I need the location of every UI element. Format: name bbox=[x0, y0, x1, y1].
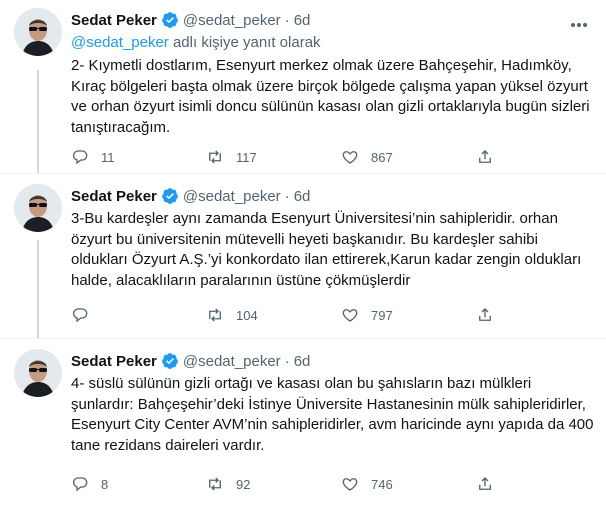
like-button[interactable]: 867 bbox=[341, 148, 476, 166]
reply-count: 11 bbox=[101, 149, 115, 165]
avatar[interactable] bbox=[14, 8, 62, 56]
tweet-actions: 104 797 bbox=[71, 306, 531, 324]
reply-icon bbox=[72, 477, 88, 492]
retweet-count: 92 bbox=[236, 476, 251, 492]
display-name[interactable]: Sedat Peker bbox=[71, 12, 157, 29]
timestamp[interactable]: 6d bbox=[294, 353, 311, 370]
like-button[interactable]: 797 bbox=[341, 306, 476, 324]
share-icon bbox=[479, 477, 491, 490]
reply-icon bbox=[72, 150, 88, 165]
timestamp[interactable]: 6d bbox=[294, 12, 311, 29]
reply-count: 8 bbox=[101, 476, 109, 492]
reply-icon bbox=[72, 308, 88, 323]
retweet-button[interactable]: 104 bbox=[206, 306, 341, 324]
share-button[interactable] bbox=[476, 148, 506, 166]
retweet-icon bbox=[209, 308, 221, 322]
like-button[interactable]: 746 bbox=[341, 475, 476, 493]
verified-badge-icon bbox=[161, 187, 179, 205]
handle[interactable]: @sedat_peker bbox=[183, 12, 281, 29]
tweet-header: Sedat Peker @sedat_peker · 6d bbox=[71, 186, 596, 206]
handle[interactable]: @sedat_peker bbox=[183, 353, 281, 370]
separator-dot: · bbox=[284, 11, 290, 29]
handle[interactable]: @sedat_peker bbox=[183, 188, 281, 205]
retweet-count: 117 bbox=[236, 149, 257, 165]
like-icon bbox=[342, 309, 358, 322]
retweet-button[interactable]: 117 bbox=[206, 148, 341, 166]
tweet-header: Sedat Peker @sedat_peker · 6d bbox=[71, 10, 596, 30]
avatar[interactable] bbox=[14, 349, 62, 397]
share-icon bbox=[479, 150, 491, 163]
share-button[interactable] bbox=[476, 475, 506, 493]
reply-button[interactable] bbox=[71, 306, 206, 324]
reply-context-label: adlı kişiye yanıt olarak bbox=[168, 34, 321, 51]
reply-context: @sedat_peker adlı kişiye yanıt olarak bbox=[71, 33, 596, 53]
timestamp[interactable]: 6d bbox=[294, 188, 311, 205]
display-name[interactable]: Sedat Peker bbox=[71, 188, 157, 205]
tweet-header: Sedat Peker @sedat_peker · 6d bbox=[71, 351, 596, 371]
tweet-actions: 8 92 746 bbox=[71, 475, 531, 493]
reply-button[interactable]: 11 bbox=[71, 148, 206, 166]
separator-dot: · bbox=[284, 352, 290, 370]
retweet-count: 104 bbox=[236, 307, 258, 323]
tweet-actions: 11 117 867 bbox=[71, 148, 531, 166]
more-icon[interactable] bbox=[570, 14, 590, 30]
avatar[interactable] bbox=[14, 184, 62, 232]
like-icon bbox=[342, 151, 358, 164]
share-button[interactable] bbox=[476, 306, 506, 324]
share-icon bbox=[479, 308, 491, 321]
tweet-text: 3-Bu kardeşler aynı zamanda Esenyurt Üni… bbox=[71, 210, 582, 289]
separator-dot: · bbox=[284, 187, 290, 205]
reply-button[interactable]: 8 bbox=[71, 475, 206, 493]
verified-badge-icon bbox=[161, 11, 179, 29]
like-count: 867 bbox=[371, 149, 393, 165]
tweet-text: 2- Kıymetli dostlarım, Esenyurt merkez o… bbox=[71, 57, 590, 136]
retweet-icon bbox=[209, 150, 221, 164]
like-count: 746 bbox=[371, 476, 393, 492]
thread-line bbox=[37, 70, 39, 173]
tweet[interactable]: Sedat Peker @sedat_peker · 6d 4- süslü s… bbox=[0, 339, 606, 506]
like-count: 797 bbox=[371, 307, 393, 323]
thread-line bbox=[37, 240, 39, 338]
display-name[interactable]: Sedat Peker bbox=[71, 353, 157, 370]
tweet-text: 4- süslü sülünün gizli ortağı ve kasası … bbox=[71, 375, 594, 454]
retweet-icon bbox=[209, 477, 221, 491]
retweet-button[interactable]: 92 bbox=[206, 475, 341, 493]
reply-mention-link[interactable]: @sedat_peker bbox=[71, 34, 169, 51]
verified-badge-icon bbox=[161, 352, 179, 370]
like-icon bbox=[342, 478, 358, 491]
tweet[interactable]: Sedat Peker @sedat_peker · 6d 3-Bu karde… bbox=[0, 174, 606, 339]
tweet[interactable]: Sedat Peker @sedat_peker · 6d @sedat_pek… bbox=[0, 0, 606, 174]
